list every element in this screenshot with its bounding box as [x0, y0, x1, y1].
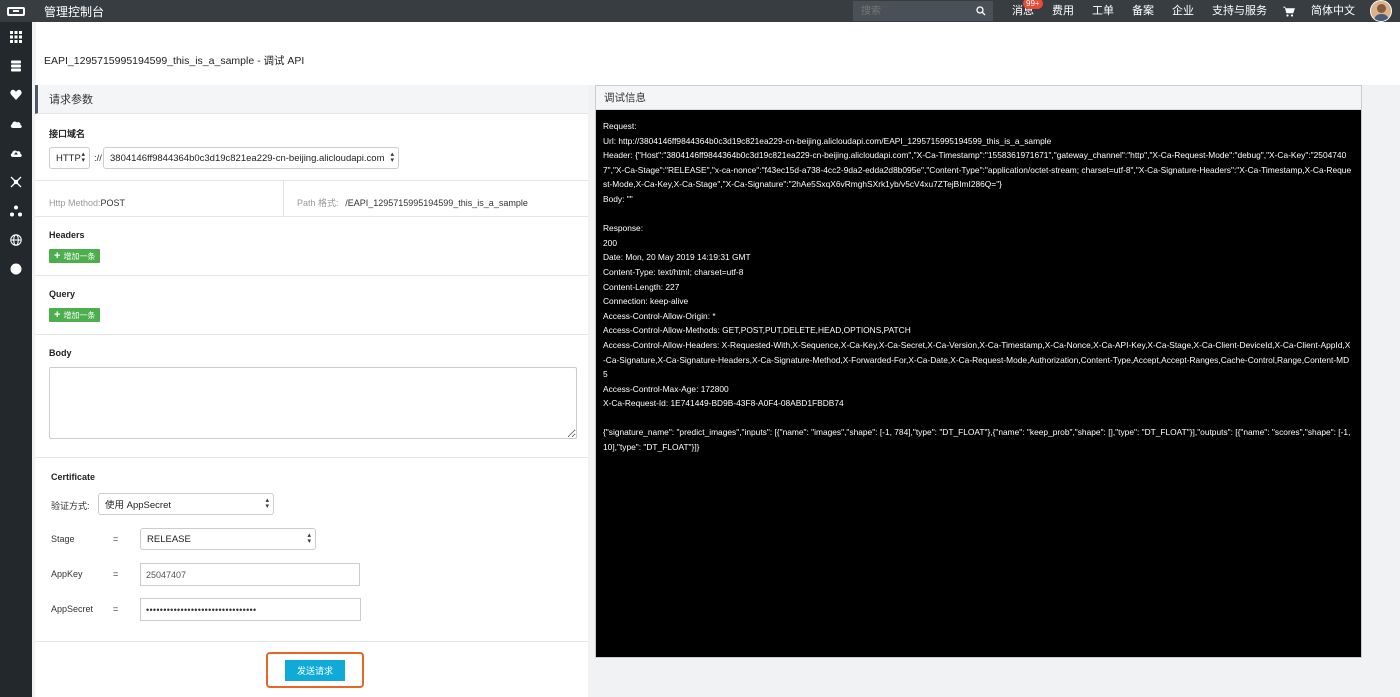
page-header: EAPI_1295715995194599_this_is_a_sample -…	[36, 22, 1400, 85]
request-params-panel: 请求参数 接口域名 HTTP ▴ ▾ :// 3804146ff9844364b0…	[35, 85, 588, 697]
debug-line: {"signature_name": "predict_images","inp…	[603, 427, 1351, 453]
nav-billing[interactable]: 费用	[1043, 0, 1083, 22]
body-section: Body	[35, 335, 588, 458]
plus-icon: +	[54, 250, 61, 262]
debug-info-panel: 调试信息 Request: Url: http://3804146ff984436…	[595, 85, 1362, 658]
debug-line: Content-Length: 227	[603, 281, 680, 292]
grid-icon[interactable]	[0, 22, 32, 51]
debug-line: Body: ""	[603, 193, 633, 204]
headers-section: Headers + 增加一条	[35, 217, 588, 276]
user-avatar[interactable]	[1370, 0, 1392, 22]
debug-line: 200	[603, 237, 617, 248]
domain-section: 接口域名 HTTP ▴ ▾ :// 3804146ff9844364b0c3d19…	[35, 114, 588, 181]
plus-icon: +	[54, 309, 61, 321]
search-icon[interactable]	[971, 1, 991, 21]
protocol-separator: ://	[94, 153, 102, 164]
appsecret-input[interactable]: ••••••••••••••••••••••••••••••••	[140, 598, 361, 621]
appkey-input[interactable]: 25047407	[140, 563, 360, 586]
debug-line: Access-Control-Max-Age: 172800	[603, 383, 729, 394]
appsecret-label: AppSecret	[51, 604, 94, 614]
globe-icon[interactable]	[0, 225, 32, 254]
select-arrows-icon: ▴ ▾	[265, 497, 269, 510]
add-header-button[interactable]: + 增加一条	[49, 249, 101, 263]
debug-line: Access-Control-Allow-Headers: X-Requeste…	[603, 339, 1351, 380]
sidebar	[0, 22, 32, 697]
domain-select[interactable]: 3804146ff9844364b0c3d19c821ea229-cn-beij…	[103, 147, 399, 169]
cloud-icon[interactable]	[0, 109, 32, 138]
protocol-select[interactable]: HTTP ▴ ▾	[49, 147, 90, 169]
debug-line: Request:	[603, 121, 637, 131]
headers-label: Headers	[49, 230, 85, 240]
debug-line: Access-Control-Allow-Methods: GET,POST,P…	[603, 325, 911, 336]
page-title: EAPI_1295715995194599_this_is_a_sample -…	[44, 55, 305, 67]
debug-line: Response:	[603, 223, 644, 234]
query-section: Query + 增加一条	[35, 276, 588, 335]
message-count-badge: 99+	[1023, 0, 1043, 9]
cluster-icon[interactable]	[0, 196, 32, 225]
auth-method-label: 验证方式:	[51, 501, 90, 511]
request-params-title: 请求参数	[35, 85, 588, 114]
add-query-button[interactable]: + 增加一条	[49, 308, 101, 322]
debug-line: Content-Type: text/html; charset=utf-8	[603, 266, 744, 277]
stage-select[interactable]: RELEASE ▴ ▾	[140, 528, 316, 550]
certificate-section: Certificate 验证方式: 使用 AppSecret ▴ ▾ Stage …	[35, 458, 588, 642]
stage-label: Stage	[51, 534, 75, 544]
select-arrows-icon: ▴ ▾	[81, 151, 85, 164]
debug-line: X-Ca-Request-Id: 1E741449-BD9B-43F8-A0F4…	[603, 398, 844, 409]
select-arrows-icon: ▴ ▾	[307, 532, 311, 545]
network-icon[interactable]	[0, 167, 32, 196]
search-input[interactable]	[853, 1, 971, 21]
debug-line: Date: Mon, 20 May 2019 14:19:31 GMT	[603, 252, 751, 263]
debug-info-title: 调试信息	[596, 86, 1361, 110]
main-content: EAPI_1295715995194599_this_is_a_sample -…	[32, 22, 1400, 697]
console-title[interactable]: 管理控制台	[44, 3, 104, 20]
debug-line: Connection: keep-alive	[603, 296, 689, 307]
cart-icon[interactable]	[1276, 0, 1302, 22]
debug-line	[603, 207, 1353, 222]
aliyun-logo-icon[interactable]	[0, 0, 32, 22]
send-request-highlight: 发送请求	[266, 652, 364, 688]
body-textarea[interactable]	[49, 367, 577, 439]
debug-line: Access-Control-Allow-Origin: *	[603, 310, 716, 321]
language-switch[interactable]: 简体中文	[1302, 0, 1364, 22]
http-method-value: POST	[100, 198, 126, 208]
nav-filing[interactable]: 备案	[1123, 0, 1163, 22]
select-arrows-icon: ▴ ▾	[390, 151, 394, 164]
domain-label: 接口域名	[49, 129, 86, 139]
appkey-label: AppKey	[51, 569, 83, 579]
send-request-button[interactable]: 发送请求	[285, 659, 345, 681]
query-label: Query	[49, 289, 76, 299]
top-nav: 消息 99+ 费用 工单 备案 企业 支持与服务 简体中文	[1003, 0, 1400, 22]
nav-support[interactable]: 支持与服务	[1203, 0, 1276, 22]
http-method-cell: Http Method:POST	[35, 181, 284, 216]
debug-line: Url: http://3804146ff9844364b0c3d19c821e…	[603, 135, 1052, 146]
cloud-upload-icon[interactable]	[0, 138, 32, 167]
top-bar: 管理控制台 消息99+ 费用 工单 备案 企业 支持与服务 简体中文	[0, 0, 1400, 22]
path-value: /EAPI_1295715995194599_this_is_a_sample	[345, 198, 528, 208]
method-path-section: Http Method:POST Path 格式: /EAPI_12957159…	[35, 181, 588, 217]
certificate-label: Certificate	[51, 472, 96, 482]
nav-tickets[interactable]: 工单	[1083, 0, 1123, 22]
database-icon[interactable]	[0, 51, 32, 80]
debug-line	[603, 411, 1353, 426]
debug-output: Request: Url: http://3804146ff9844364b0c3…	[596, 110, 1361, 455]
auth-method-select[interactable]: 使用 AppSecret ▴ ▾	[98, 493, 274, 515]
body-label: Body	[49, 348, 72, 358]
debug-line: Header: {"Host":"3804146ff9844364b0c3d19…	[603, 150, 1352, 190]
nav-enterprise[interactable]: 企业	[1163, 0, 1203, 22]
nav-messages[interactable]: 消息 99+	[1003, 0, 1043, 22]
path-cell: Path 格式: /EAPI_1295715995194599_this_is_…	[297, 198, 528, 208]
search-box[interactable]	[853, 1, 993, 21]
heart-icon[interactable]	[0, 80, 32, 109]
circle-icon[interactable]	[0, 254, 32, 283]
